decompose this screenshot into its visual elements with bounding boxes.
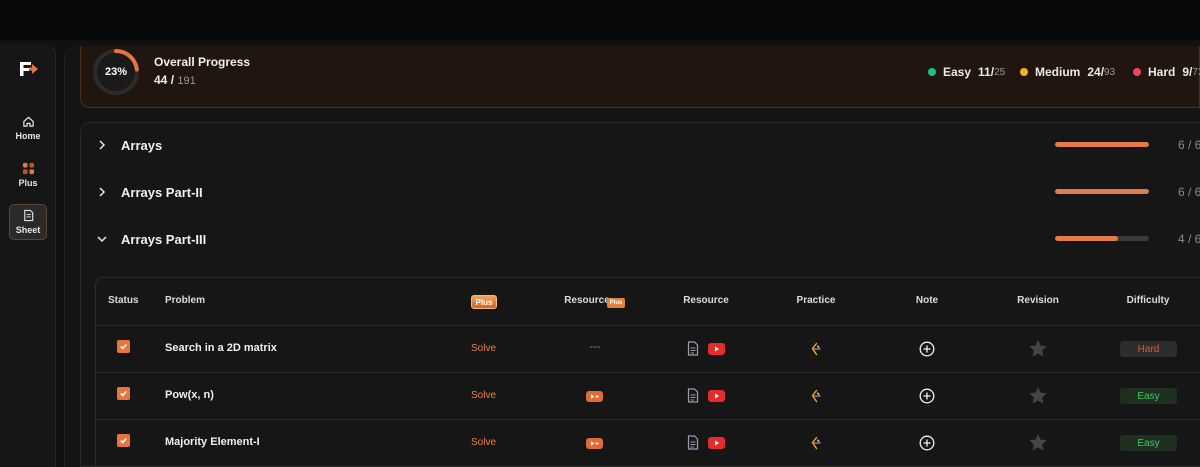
chevron-down-icon (97, 236, 107, 243)
article-icon[interactable] (686, 341, 700, 356)
home-icon (22, 116, 34, 127)
hard-dot (1133, 68, 1141, 76)
section-arrays-part-ii[interactable]: Arrays Part-II 6 / 6 (96, 179, 1200, 205)
row-divider (96, 372, 1200, 373)
youtube-icon[interactable] (708, 390, 725, 402)
check-icon (120, 390, 127, 397)
section-title: Arrays (121, 137, 163, 153)
header-note: Note (915, 295, 939, 306)
section-progress-bar (1055, 236, 1149, 241)
article-icon[interactable] (686, 435, 700, 450)
solve-link[interactable]: Solve (471, 343, 496, 354)
section-arrays-part-iii[interactable]: Arrays Part-III 4 / 6 (96, 226, 1200, 252)
difficulty-badge-easy: Easy (1120, 435, 1177, 451)
youtube-icon[interactable] (708, 343, 725, 355)
header-resource-plus-badge: Plus (607, 298, 625, 308)
status-checkbox[interactable] (117, 434, 130, 447)
header-resource: Resource (683, 295, 729, 306)
overall-progress-count: 44 / 191 (154, 73, 196, 87)
progress-percent: 23% (104, 66, 128, 78)
plus-video-icon[interactable] (586, 391, 603, 402)
youtube-icon[interactable] (708, 437, 725, 449)
section-progress-bar (1055, 189, 1149, 194)
solve-link[interactable]: Solve (471, 437, 496, 448)
app-logo[interactable] (18, 60, 40, 78)
resource-plus-empty: --- (589, 341, 601, 353)
difficulty-badge-hard: Hard (1120, 341, 1177, 357)
header-problem: Problem (165, 295, 206, 306)
problem-name[interactable]: Pow(x, n) (165, 389, 214, 401)
header-plus-badge: Plus (471, 295, 497, 309)
practice-platform-icon[interactable] (808, 389, 822, 403)
section-count: 4 / 6 (1178, 232, 1200, 246)
solve-link[interactable]: Solve (471, 390, 496, 401)
plus-grid-icon (22, 162, 34, 175)
sidebar-item-plus[interactable]: Plus (9, 157, 47, 193)
sidebar: Home Plus Sheet (0, 44, 56, 467)
row-divider (96, 419, 1200, 420)
chevron-right-icon (99, 187, 106, 197)
sidebar-item-label: Sheet (15, 225, 41, 235)
problem-name[interactable]: Search in a 2D matrix (165, 342, 277, 354)
article-icon[interactable] (686, 388, 700, 403)
add-note-icon[interactable] (919, 388, 935, 404)
sheet-icon (23, 209, 33, 222)
sidebar-item-sheet[interactable]: Sheet (9, 204, 47, 240)
check-icon (120, 437, 127, 444)
header-status: Status (108, 295, 139, 306)
problem-name[interactable]: Majority Element-I (165, 436, 260, 448)
chevron-right-icon (99, 140, 106, 150)
status-checkbox[interactable] (117, 387, 130, 400)
header-practice: Practice (796, 295, 836, 306)
section-arrays[interactable]: Arrays 6 / 6 (96, 132, 1200, 158)
row-divider (96, 325, 1200, 326)
medium-dot (1020, 68, 1028, 76)
section-title: Arrays Part-III (121, 231, 207, 247)
sidebar-item-label: Home (15, 131, 41, 141)
header-revision: Revision (1017, 295, 1059, 306)
overall-progress-title: Overall Progress (154, 55, 251, 69)
check-icon (120, 343, 127, 350)
hard-stat: Hard 9/73 (1133, 65, 1200, 79)
section-count: 6 / 6 (1178, 138, 1200, 152)
section-progress-bar (1055, 142, 1149, 147)
easy-stat: Easy 11/25 (928, 65, 1005, 79)
practice-platform-icon[interactable] (808, 342, 822, 356)
easy-dot (928, 68, 936, 76)
revision-star-icon[interactable] (1028, 386, 1048, 405)
revision-star-icon[interactable] (1028, 433, 1048, 452)
difficulty-badge-easy: Easy (1120, 388, 1177, 404)
practice-platform-icon[interactable] (808, 436, 822, 450)
header-resource-plus: Resource (564, 295, 610, 306)
browser-top-bar (0, 0, 1200, 40)
plus-video-icon[interactable] (586, 438, 603, 449)
section-count: 6 / 6 (1178, 185, 1200, 199)
sidebar-item-home[interactable]: Home (9, 110, 47, 146)
revision-star-icon[interactable] (1028, 339, 1048, 358)
medium-stat: Medium 24/93 (1020, 65, 1115, 79)
sidebar-item-label: Plus (18, 178, 38, 188)
header-difficulty: Difficulty (1126, 295, 1170, 306)
section-title: Arrays Part-II (121, 184, 203, 200)
status-checkbox[interactable] (117, 340, 130, 353)
add-note-icon[interactable] (919, 341, 935, 357)
add-note-icon[interactable] (919, 435, 935, 451)
